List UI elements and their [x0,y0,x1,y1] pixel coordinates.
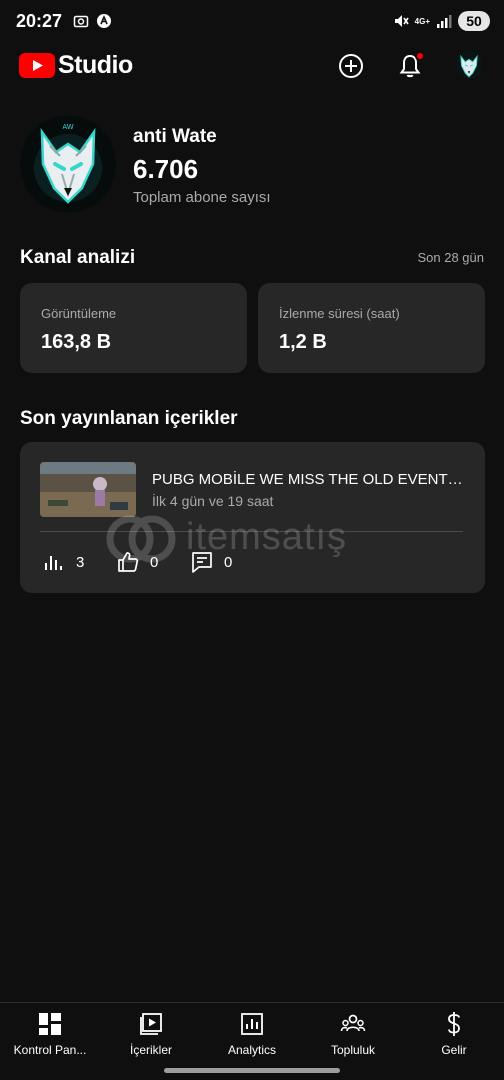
nav-earn[interactable]: Gelir [404,1011,504,1057]
community-icon [340,1014,366,1032]
video-meta: İlk 4 gün ve 19 saat [152,493,274,509]
svg-text:AW: AW [62,123,73,131]
create-icon[interactable] [335,50,367,82]
channel-name: anti Wate [133,126,217,147]
network-type: 4G+ [414,16,430,26]
status-indicators: 4G+ 50 [393,11,490,31]
video-thumbnail-image [40,462,136,517]
views-count: 3 [76,553,85,571]
home-indicator[interactable] [164,1068,340,1073]
mute-icon [394,15,409,27]
views-label: Görüntüleme [41,306,117,321]
signal-icon [437,15,452,28]
subscriber-label: Toplam abone sayısı [133,189,271,206]
views-card[interactable]: Görüntüleme 163,8 B [20,283,247,373]
studio-dashboard-screen: 20:27 4G+ 50 Studio AW anti Wate 6.706 T… [0,0,504,1080]
nav-dashboard[interactable]: Kontrol Pan... [0,1011,100,1057]
studio-logo-text[interactable]: Studio [58,51,133,80]
views-chart-icon [45,556,62,570]
notifications-button[interactable] [394,50,426,82]
earn-icon [448,1012,460,1036]
recent-video-card[interactable]: PUBG MOBİLE WE MISS THE OLD EVENTS... İl… [20,442,485,593]
screenshot-icon [73,15,89,28]
nav-content-label: İçerikler [129,1043,172,1057]
notification-badge [415,51,425,61]
comments-metric: 0 [190,550,232,574]
nav-community[interactable]: Topluluk [303,1011,403,1057]
nav-community-label: Topluluk [330,1043,376,1057]
nav-dashboard-label: Kontrol Pan... [13,1043,87,1057]
nav-analytics[interactable]: Analytics [202,1011,302,1057]
channel-avatar[interactable]: AW [20,116,116,212]
dashboard-icon [39,1013,61,1035]
video-title[interactable]: PUBG MOBİLE WE MISS THE OLD EVENTS... [152,471,468,488]
app-bar: Studio [0,44,504,88]
likes-metric: 0 [116,550,158,574]
likes-count: 0 [150,553,159,571]
status-time: 20:27 [16,11,63,31]
battery-level: 50 [458,11,490,31]
wolf-avatar-icon: AW [20,116,116,212]
watch-time-label: İzlenme süresi (saat) [279,306,400,321]
card-divider [40,531,463,532]
comments-count: 0 [224,553,233,571]
comment-icon [192,552,212,573]
watch-time-value: 1,2 B [279,331,327,353]
app-notification-icon [97,14,111,28]
video-thumbnail[interactable] [40,462,136,517]
analytics-icon [241,1013,263,1035]
wolf-avatar-icon [454,50,484,80]
subscriber-count: 6.706 [133,154,199,184]
watch-time-card[interactable]: İzlenme süresi (saat) 1,2 B [258,283,485,373]
avatar[interactable] [454,50,484,80]
youtube-logo-icon[interactable] [19,53,55,78]
views-metric: 3 [42,550,84,574]
views-value: 163,8 B [41,331,112,353]
recent-section-title: Son yayınlanan içerikler [20,408,238,429]
status-bar: 20:27 4G+ 50 [0,0,504,44]
nav-content[interactable]: İçerikler [101,1011,201,1057]
content-icon [140,1013,162,1035]
analytics-section-title: Kanal analizi [20,247,136,268]
analytics-period: Son 28 gün [417,250,484,265]
nav-analytics-label: Analytics [227,1043,277,1057]
nav-earn-label: Gelir [441,1043,467,1057]
channel-summary: AW anti Wate 6.706 Toplam abone sayısı [0,116,504,216]
like-icon [118,552,139,572]
